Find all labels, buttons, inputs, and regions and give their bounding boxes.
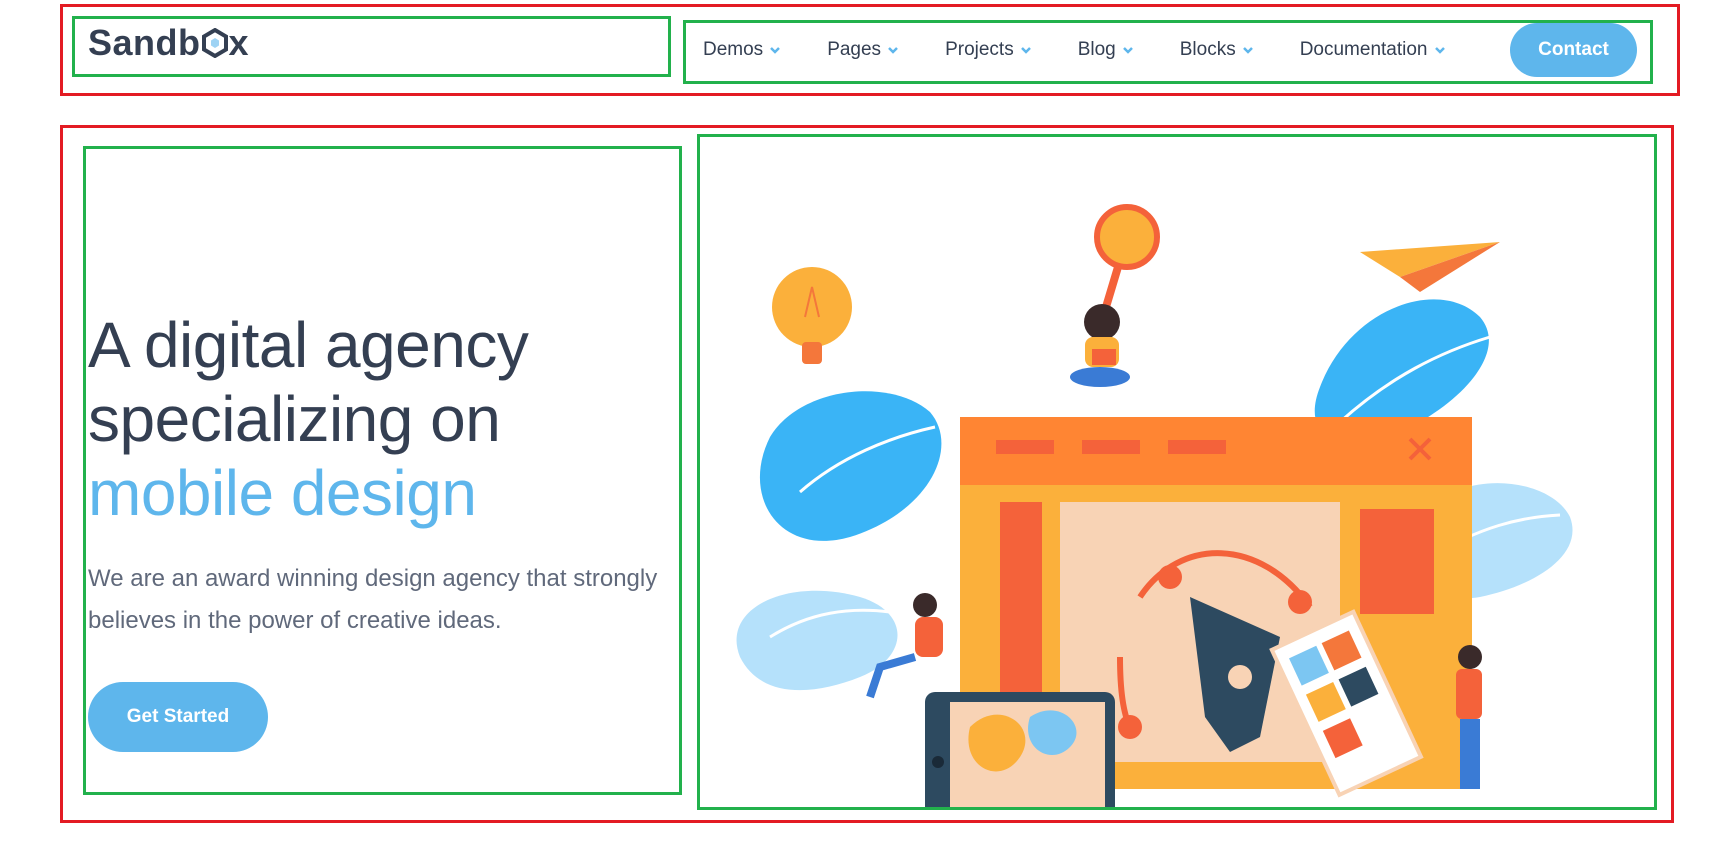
hero-lead-text: We are an award winning design agency th… — [88, 565, 658, 634]
hero-illustration — [736, 204, 1573, 807]
nav-item-blocks[interactable]: Blocks — [1180, 39, 1254, 61]
nav-item-demos[interactable]: Demos — [703, 39, 781, 61]
chevron-down-icon — [888, 47, 898, 54]
main-nav: Demos Pages Projects Blog Blocks Documen… — [703, 30, 1492, 70]
nav-item-documentation[interactable]: Documentation — [1300, 39, 1446, 61]
lightbulb-icon — [772, 267, 852, 364]
nav-item-label: Pages — [827, 39, 882, 60]
nav-item-label: Demos — [703, 39, 764, 60]
chevron-down-icon — [1122, 47, 1133, 54]
nav-item-blog[interactable]: Blog — [1078, 39, 1134, 61]
chevron-down-icon — [770, 47, 781, 54]
chevron-down-icon — [1242, 47, 1253, 54]
headline-line-2: specializing on — [88, 383, 501, 455]
logo-text-start: Sandb — [88, 22, 201, 63]
hexagon-logo-icon — [201, 28, 228, 58]
nav-item-label: Blog — [1077, 39, 1116, 60]
nav-item-pages[interactable]: Pages — [827, 39, 899, 61]
chevron-down-icon — [1434, 47, 1445, 54]
site-logo[interactable]: Sandb x — [88, 22, 249, 64]
person-on-top-illustration — [1070, 304, 1130, 387]
chevron-down-icon — [1020, 47, 1031, 54]
nav-item-projects[interactable]: Projects — [945, 39, 1032, 61]
tablet-graphic — [925, 692, 1115, 807]
headline-line-1: A digital agency — [88, 309, 529, 381]
get-started-button[interactable]: Get Started — [88, 682, 268, 752]
nav-item-label: Projects — [945, 39, 1014, 60]
blue-leaf-left — [759, 391, 942, 541]
nav-item-label: Documentation — [1299, 39, 1428, 60]
hero-headline: A digital agency specializing on mobile … — [88, 308, 678, 530]
contact-button[interactable]: Contact — [1510, 23, 1637, 77]
nav-item-label: Blocks — [1179, 39, 1236, 60]
headline-accent: mobile design — [88, 457, 477, 529]
paper-plane-icon — [1360, 242, 1500, 292]
logo-text-end: x — [228, 22, 250, 63]
